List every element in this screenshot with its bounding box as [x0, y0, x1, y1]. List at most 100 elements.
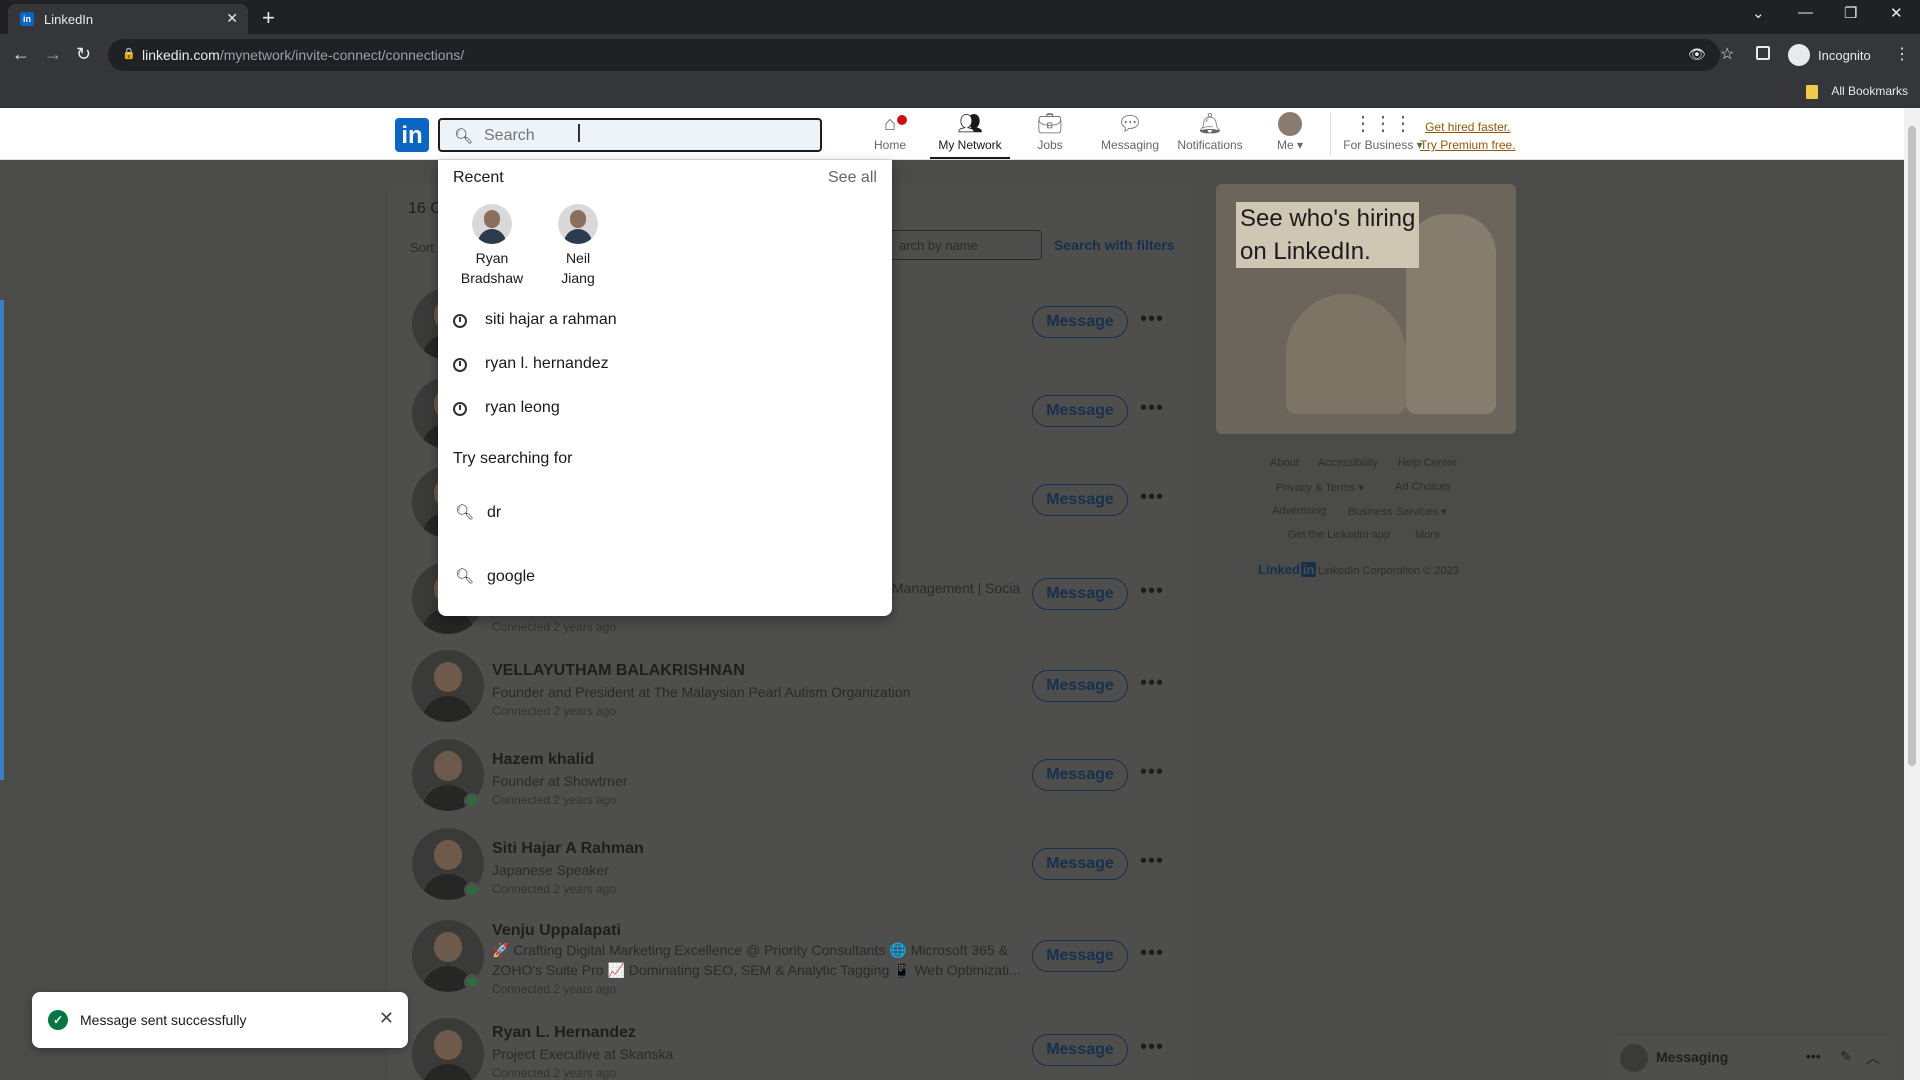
recent-search-item[interactable]: ryan leong	[453, 398, 873, 428]
all-bookmarks[interactable]: All Bookmarks	[1831, 84, 1908, 98]
connection-row: Siti Hajar A Rahman Japanese Speaker Con…	[388, 828, 1192, 918]
briefcase-icon: 💼︎	[1037, 113, 1063, 135]
footer-link[interactable]: Accessibility	[1318, 457, 1378, 469]
message-button[interactable]: Message	[1032, 306, 1128, 338]
message-button[interactable]: Message	[1032, 1034, 1128, 1066]
premium-upsell[interactable]: Get hired faster. Try Premium free.	[1420, 118, 1516, 154]
message-button[interactable]: Message	[1032, 484, 1128, 516]
global-search[interactable]: 🔍︎	[438, 118, 822, 152]
close-window-button[interactable]: ✕	[1890, 4, 1903, 22]
recent-person[interactable]: Neil Jiang	[543, 204, 613, 288]
bookmarks-bar: All Bookmarks	[0, 76, 1920, 108]
notification-badge	[895, 113, 909, 127]
reload-icon[interactable]: ↻	[76, 44, 91, 65]
address-bar[interactable]: 🔒 linkedin.com/mynetwork/invite-connect/…	[108, 39, 1720, 71]
avatar[interactable]	[412, 1018, 484, 1080]
footer-link[interactable]: About	[1270, 457, 1299, 469]
recent-person-last: Bradshaw	[460, 270, 524, 286]
nav-for-business[interactable]: ⋮⋮⋮ For Business ▾	[1340, 112, 1426, 152]
more-options-icon[interactable]: •••	[1140, 942, 1164, 965]
search-by-name-input[interactable]: arch by name	[890, 230, 1042, 260]
message-button[interactable]: Message	[1032, 848, 1128, 880]
search-input[interactable]	[484, 126, 804, 146]
footer-link[interactable]: Privacy & Terms ▾	[1276, 481, 1364, 494]
ad-person-image	[1286, 294, 1406, 414]
network-icon: 👥︎	[957, 113, 983, 135]
incognito-label[interactable]: Incognito	[1818, 48, 1871, 63]
see-all-link[interactable]: See all	[828, 169, 877, 187]
footer-link[interactable]: Ad Choices	[1395, 481, 1451, 493]
minimize-button[interactable]: —	[1798, 4, 1813, 21]
new-tab-button[interactable]: +	[262, 5, 275, 31]
connection-name[interactable]: Siti Hajar A Rahman	[492, 840, 644, 858]
messaging-bar[interactable]: Messaging ••• ✎ ︿	[1608, 1036, 1896, 1080]
connection-name[interactable]: VELLAYUTHAM BALAKRISHNAN	[492, 662, 745, 680]
restore-button[interactable]: ❐	[1844, 4, 1857, 22]
footer-link[interactable]: Advertising	[1272, 505, 1326, 517]
avatar	[472, 204, 512, 244]
recent-search-item[interactable]: siti hajar a rahman	[453, 310, 873, 340]
search-with-filters-link[interactable]: Search with filters	[1054, 237, 1175, 253]
ad-headline: See who's hiring on LinkedIn.	[1236, 202, 1420, 268]
message-button[interactable]: Message	[1032, 578, 1128, 610]
more-options-icon[interactable]: •••	[1140, 580, 1164, 603]
message-button[interactable]: Message	[1032, 940, 1128, 972]
more-options-icon[interactable]: •••	[1806, 1048, 1821, 1064]
scrollbar-thumb[interactable]	[1908, 126, 1916, 766]
more-options-icon[interactable]: •••	[1140, 308, 1164, 331]
footer-link[interactable]: Help Center	[1398, 457, 1457, 469]
browser-tab[interactable]: in LinkedIn ✕	[8, 4, 248, 34]
more-options-icon[interactable]: •••	[1140, 486, 1164, 509]
page-scrollbar[interactable]	[1904, 108, 1920, 1080]
recent-search-item[interactable]: ryan l. hernandez	[453, 354, 873, 384]
close-icon[interactable]: ✕	[379, 1008, 394, 1029]
message-button[interactable]: Message	[1032, 759, 1128, 791]
back-icon[interactable]: ←	[12, 44, 30, 65]
search-suggestion[interactable]: 🔍︎ dr	[453, 503, 873, 533]
tab-close-icon[interactable]: ✕	[226, 10, 238, 27]
menu-kebab-icon[interactable]: ⋮	[1894, 44, 1910, 64]
more-options-icon[interactable]: •••	[1140, 672, 1164, 695]
connection-name[interactable]: Ryan L. Hernandez	[492, 1024, 636, 1042]
connection-headline: 🚀 Crafting Digital Marketing Excellence …	[492, 942, 1008, 958]
connection-name[interactable]: Venju Uppalapati	[492, 922, 621, 940]
more-options-icon[interactable]: •••	[1140, 397, 1164, 420]
connected-time: Connected 2 years ago	[492, 704, 617, 718]
forward-icon[interactable]: →	[44, 44, 62, 65]
nav-my-network[interactable]: 👥︎ My Network	[930, 112, 1010, 152]
star-icon[interactable]: ☆	[1720, 44, 1734, 64]
connected-time: Connected 2 years ago	[492, 793, 617, 807]
nav-jobs[interactable]: 💼︎ Jobs	[1010, 112, 1090, 152]
connected-time: Connected 2 years ago	[492, 982, 617, 996]
avatar	[1620, 1044, 1648, 1072]
linkedin-logo-icon[interactable]: in	[395, 118, 429, 152]
recent-person-last: Jiang	[561, 270, 595, 286]
compose-icon[interactable]: ✎	[1840, 1048, 1852, 1065]
hiring-ad[interactable]: See who's hiring on LinkedIn.	[1216, 184, 1516, 434]
nav-notifications[interactable]: 🔔︎ Notifications	[1170, 112, 1250, 152]
recent-person[interactable]: Ryan Bradshaw	[457, 204, 527, 288]
success-toast: ✓ Message sent successfully ✕	[32, 992, 408, 1048]
text-cursor	[578, 124, 580, 142]
footer-link[interactable]: Get the LinkedIn app	[1288, 529, 1390, 541]
chevron-up-icon[interactable]: ︿	[1866, 1048, 1880, 1068]
search-suggestion[interactable]: 🔍︎ google	[453, 567, 873, 597]
avatar[interactable]	[412, 650, 484, 722]
online-status-icon	[464, 974, 480, 990]
more-options-icon[interactable]: •••	[1140, 1036, 1164, 1059]
message-button[interactable]: Message	[1032, 670, 1128, 702]
nav-messaging[interactable]: 💬︎ Messaging	[1090, 112, 1170, 152]
nav-me[interactable]: Me ▾	[1250, 112, 1330, 152]
nav-home[interactable]: ⌂ Home	[850, 112, 930, 152]
more-options-icon[interactable]: •••	[1140, 850, 1164, 873]
eye-off-icon[interactable]: 👁	[1688, 46, 1706, 63]
connected-time: Connected 2 years ago	[492, 882, 617, 896]
sort-label[interactable]: Sort	[410, 240, 434, 255]
footer-link[interactable]: Business Services ▾	[1348, 505, 1446, 518]
more-options-icon[interactable]: •••	[1140, 761, 1164, 784]
message-button[interactable]: Message	[1032, 395, 1128, 427]
tab-search-icon[interactable]: ⌄	[1752, 4, 1765, 22]
footer-link[interactable]: More	[1415, 529, 1440, 541]
connection-name[interactable]: Hazem khalid	[492, 751, 594, 769]
side-panel-icon[interactable]	[1756, 46, 1770, 60]
